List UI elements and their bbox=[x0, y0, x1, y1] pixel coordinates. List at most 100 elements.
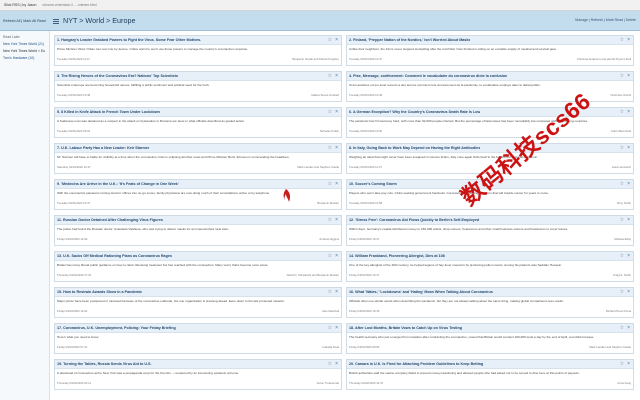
article-title-link[interactable]: 20. Camara in U.K. Is Fired for Attachin… bbox=[349, 362, 483, 366]
article-date: Tuesday 03/31/2020 10:00 bbox=[349, 129, 383, 133]
article-title-link[interactable]: 14. William Frankland, Pioneering Allerg… bbox=[349, 254, 445, 258]
browser-tab[interactable]: Slick RSS | by Jason bbox=[4, 3, 36, 7]
menu-icon[interactable] bbox=[52, 17, 60, 25]
star-icon[interactable]: ☆ bbox=[328, 145, 332, 151]
article-title-link[interactable]: 18. After Lost Months, Britain Vows to C… bbox=[349, 326, 462, 330]
article-summary: Officials often use similar words when d… bbox=[349, 299, 564, 303]
close-icon[interactable]: × bbox=[627, 289, 630, 295]
article-card[interactable]: 15. How to Restrain Awards Show in a Pan… bbox=[54, 287, 342, 318]
star-icon[interactable]: ☆ bbox=[620, 289, 624, 295]
app-header: Refresh All | Mark All Read NYT > World … bbox=[0, 11, 640, 31]
article-title-link[interactable]: 7. U.K. Labour Party Has a New Leader: K… bbox=[57, 146, 149, 150]
article-summary: The pandemic has hit Germany hard, with … bbox=[349, 119, 588, 123]
close-icon[interactable]: × bbox=[627, 181, 630, 187]
address-bar[interactable]: chrome-extension://...../viewer.html bbox=[42, 3, 96, 7]
article-author: Mark Landler and Stephen Castle bbox=[589, 345, 631, 349]
star-icon[interactable]: ☆ bbox=[620, 145, 624, 151]
sidebar-item-feed[interactable]: New York Times World > Eu (20) bbox=[3, 49, 46, 53]
article-meta: Tuesday 03/31/2020 10:46 Matina Stevis-Gr… bbox=[55, 93, 341, 97]
article-header: 8. In Italy, Going Back to Work May Depe… bbox=[347, 144, 633, 153]
star-icon[interactable]: ☆ bbox=[328, 73, 332, 79]
article-title-link[interactable]: 4. Pise, Mensage, confinement: Comment l… bbox=[349, 74, 507, 78]
star-icon[interactable]: ☆ bbox=[328, 361, 332, 367]
close-icon[interactable]: × bbox=[627, 325, 630, 331]
article-grid: 1. Hungary's Leader Grabbed Powers to Fi… bbox=[51, 31, 640, 400]
star-icon[interactable]: ☆ bbox=[328, 325, 332, 331]
flame-icon bbox=[283, 189, 290, 202]
close-icon[interactable]: × bbox=[335, 253, 338, 259]
close-icon[interactable]: × bbox=[627, 253, 630, 259]
header-actions-left[interactable]: Refresh All | Mark All Read bbox=[0, 11, 50, 30]
article-title-link[interactable]: 19. Turning the Tables, Russia Sends Vir… bbox=[57, 362, 152, 366]
star-icon[interactable]: ☆ bbox=[328, 181, 332, 187]
sidebar-title[interactable]: Read Later bbox=[3, 35, 46, 39]
article-card[interactable]: 13. U.K. Sacks Off Medical Rationing Pla… bbox=[54, 251, 342, 282]
article-author: Katrin Bennhold bbox=[611, 129, 631, 133]
star-icon[interactable]: ☆ bbox=[620, 73, 624, 79]
article-card[interactable]: 4. Pise, Mensage, confinement: Comment l… bbox=[346, 71, 634, 102]
close-icon[interactable]: × bbox=[335, 181, 338, 187]
close-icon[interactable]: × bbox=[627, 109, 630, 115]
article-card[interactable]: 12. 'Stress Free': Coronavirus Aid Flows… bbox=[346, 215, 634, 246]
star-icon[interactable]: ☆ bbox=[328, 109, 332, 115]
article-title-link[interactable]: 6. A German Exception? Why the Country's… bbox=[349, 110, 480, 114]
article-title-link[interactable]: 8. In Italy, Going Back to Work May Depe… bbox=[349, 146, 480, 150]
article-title-link[interactable]: 5. 8 Killed in Knife Attack in French To… bbox=[57, 110, 160, 114]
article-card[interactable]: 7. U.K. Labour Party Has a New Leader: K… bbox=[54, 143, 342, 174]
sidebar-item-feed[interactable]: New York Times World (21) bbox=[3, 42, 46, 46]
close-icon[interactable]: × bbox=[335, 73, 338, 79]
star-icon[interactable]: ☆ bbox=[328, 37, 332, 43]
article-card[interactable]: 20. Camara in U.K. Is Fired for Attachin… bbox=[346, 359, 634, 390]
article-title-link[interactable]: 10. Soccer's Coming Storm bbox=[349, 182, 397, 186]
header-actions-right[interactable]: Manage | Refresh | Mark Read | Delete bbox=[575, 18, 636, 22]
article-card[interactable]: 18. After Lost Months, Britain Vows to C… bbox=[346, 323, 634, 354]
close-icon[interactable]: × bbox=[627, 361, 630, 367]
article-title-link[interactable]: 13. U.K. Sacks Off Medical Rationing Pla… bbox=[57, 254, 172, 258]
article-card[interactable]: 16. What 'Wales,' 'Lockdowns' and 'Hatin… bbox=[346, 287, 634, 318]
close-icon[interactable]: × bbox=[335, 217, 338, 223]
close-icon[interactable]: × bbox=[335, 145, 338, 151]
star-icon[interactable]: ☆ bbox=[620, 361, 624, 367]
star-icon[interactable]: ☆ bbox=[328, 253, 332, 259]
article-card[interactable]: 2. Finland, 'Prepper Nation of the Nordi… bbox=[346, 35, 634, 66]
article-title-link[interactable]: 3. The Rising Heroes of the Coronavirus … bbox=[57, 74, 178, 78]
star-icon[interactable]: ☆ bbox=[620, 217, 624, 223]
article-card[interactable]: 5. 8 Killed in Knife Attack in French To… bbox=[54, 107, 342, 138]
article-date: Tuesday 03/31/2020 10:46 bbox=[349, 93, 383, 97]
close-icon[interactable]: × bbox=[335, 361, 338, 367]
article-title-link[interactable]: 2. Finland, 'Prepper Nation of the Nordi… bbox=[349, 38, 470, 42]
star-icon[interactable]: ☆ bbox=[620, 181, 624, 187]
article-title-link[interactable]: 1. Hungary's Leader Grabbed Powers to Fi… bbox=[57, 38, 201, 42]
article-title-link[interactable]: 12. 'Stress Free': Coronavirus Aid Flows… bbox=[349, 218, 479, 222]
article-title-link[interactable]: 9. 'Medecins Are Arrive in the U.K.: 'It… bbox=[57, 182, 179, 186]
star-icon[interactable]: ☆ bbox=[620, 253, 624, 259]
close-icon[interactable]: × bbox=[335, 109, 338, 115]
star-icon[interactable]: ☆ bbox=[620, 325, 624, 331]
article-title-link[interactable]: 16. What 'Wales,' 'Lockdowns' and 'Hatin… bbox=[349, 290, 493, 294]
close-icon[interactable]: × bbox=[627, 145, 630, 151]
close-icon[interactable]: × bbox=[627, 73, 630, 79]
article-card[interactable]: 17. Coronavirus, U.K. Unemployment, Poli… bbox=[54, 323, 342, 354]
close-icon[interactable]: × bbox=[627, 217, 630, 223]
star-icon[interactable]: ☆ bbox=[620, 37, 624, 43]
article-summary: Si les autorites ont pu avoir recours a … bbox=[349, 83, 543, 87]
article-title-link[interactable]: 17. Coronavirus, U.K. Unemployment, Poli… bbox=[57, 326, 176, 330]
article-card[interactable]: 3. The Rising Heroes of the Coronavirus … bbox=[54, 71, 342, 102]
article-title-link[interactable]: 11. Russian Doctor Detained After Challe… bbox=[57, 218, 163, 222]
star-icon[interactable]: ☆ bbox=[328, 217, 332, 223]
star-icon[interactable]: ☆ bbox=[620, 109, 624, 115]
article-card[interactable]: 11. Russian Doctor Detained After Challe… bbox=[54, 215, 342, 246]
close-icon[interactable]: × bbox=[335, 289, 338, 295]
close-icon[interactable]: × bbox=[335, 325, 338, 331]
article-card[interactable]: 19. Turning the Tables, Russia Sends Vir… bbox=[54, 359, 342, 390]
article-date: Tuesday 03/31/2020 11:37 bbox=[349, 165, 382, 169]
sidebar-item-feed[interactable]: Tom's Hardware (10) bbox=[3, 56, 46, 60]
article-card[interactable]: 9. 'Medecins Are Arrive in the U.K.: 'It… bbox=[54, 179, 342, 210]
close-icon[interactable]: × bbox=[627, 37, 630, 43]
star-icon[interactable]: ☆ bbox=[328, 289, 332, 295]
article-title-link[interactable]: 15. How to Restrain Awards Show in a Pan… bbox=[57, 290, 142, 294]
close-icon[interactable]: × bbox=[335, 37, 338, 43]
article-card[interactable]: 1. Hungary's Leader Grabbed Powers to Fi… bbox=[54, 35, 342, 66]
article-card[interactable]: 14. William Frankland, Pioneering Allerg… bbox=[346, 251, 634, 282]
article-summary: Here's what you need to know. bbox=[57, 335, 100, 339]
